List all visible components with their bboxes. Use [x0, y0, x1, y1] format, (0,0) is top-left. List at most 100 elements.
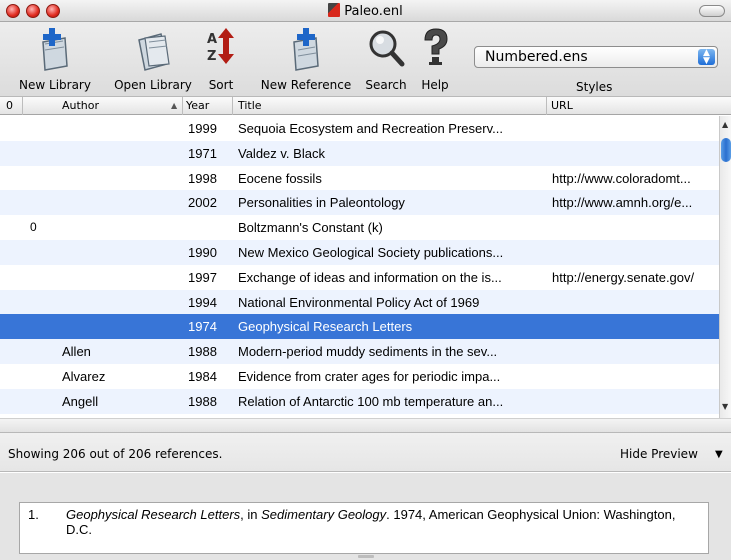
document-icon [328, 3, 341, 17]
header-url[interactable]: URL [551, 99, 573, 112]
table-row[interactable]: 1997 Exchange of ideas and information on… [0, 264, 719, 290]
hide-preview-button[interactable]: Hide Preview [620, 447, 698, 461]
new-reference-button[interactable]: New Reference [250, 26, 362, 92]
cell-year: 1971 [188, 145, 217, 161]
search-icon [369, 30, 405, 67]
sort-icon: A Z [207, 28, 234, 64]
cell-year: 1990 [188, 244, 217, 260]
table-row[interactable]: 1998 Eocene fossils http://www.coloradomt.… [0, 165, 719, 191]
preview-number: 1. [28, 507, 39, 522]
preview-mid: , in [240, 507, 262, 522]
cell-year: 1988 [188, 393, 217, 409]
scrollbar-thumb[interactable] [721, 138, 731, 162]
splitter-handle[interactable] [358, 555, 374, 558]
cell-author: Allen [62, 344, 91, 360]
title-bar: Paleo.enl [0, 0, 731, 22]
window-title-wrap: Paleo.enl [0, 3, 731, 19]
horizontal-scroll-track [0, 418, 731, 432]
cell-author: Alvarez [62, 368, 106, 384]
help-label: Help [421, 78, 449, 92]
cell-year: 1994 [188, 294, 217, 310]
styles-select-value: Numbered.ens [485, 49, 588, 65]
table-row[interactable]: 1971 Valdez v. Black [0, 140, 719, 166]
cell-title: Sequoia Ecosystem and Recreation Preserv… [238, 121, 503, 136]
cell-title: New Mexico Geological Society publicatio… [238, 244, 504, 260]
header-year[interactable]: Year [186, 99, 209, 112]
table-row[interactable]: 1994 National Environmental Policy Act of… [0, 289, 719, 315]
svg-text:A: A [207, 32, 217, 47]
table-row[interactable]: 2002 Personalities in Paleontology http://… [0, 190, 719, 216]
sort-ascending-icon: ▲ [171, 101, 178, 110]
header-author[interactable]: Author [62, 99, 99, 112]
table-row[interactable]: 1974 Geophysical Research Letters [0, 314, 719, 340]
table-row[interactable]: Alvarez 1984 Evidence from crater ages for… [0, 363, 719, 389]
cell-title: Relation of Antarctic 100 mb temperature… [238, 393, 504, 409]
column-divider[interactable] [232, 97, 233, 115]
status-bar: Showing 206 out of 206 references. Hide … [0, 432, 731, 472]
preview-box: 1. Geophysical Research Letters, in Sedi… [19, 502, 709, 554]
styles-label: Styles [576, 80, 613, 94]
cell-year: 1999 [188, 121, 217, 136]
preview-toggle-icon[interactable]: ▼ [715, 449, 723, 460]
header-title[interactable]: Title [238, 99, 262, 112]
column-divider[interactable] [546, 97, 547, 115]
open-library-button[interactable]: Open Library [108, 26, 198, 92]
vertical-scrollbar[interactable]: ▲ ▼ [719, 116, 731, 418]
table-row[interactable]: 1999 Sequoia Ecosystem and Recreation Pre… [0, 116, 719, 141]
cell-author: Angell [62, 393, 99, 409]
references-table: 1999 Sequoia Ecosystem and Recreation Pre… [0, 116, 719, 418]
column-divider[interactable] [182, 97, 183, 115]
table-row[interactable]: Allen 1988 Modern-period muddy sediments i… [0, 339, 719, 364]
cell-year: 1988 [188, 344, 217, 360]
paperclip-icon: 0 [30, 220, 37, 235]
cell-year: 1998 [188, 170, 217, 186]
search-button[interactable]: Search [360, 26, 412, 92]
cell-title: Geophysical Research Letters [238, 319, 413, 335]
cell-title: National Environmental Policy Act of 196… [238, 294, 480, 310]
new-reference-label: New Reference [260, 78, 352, 92]
preview-title: Geophysical Research Letters [66, 507, 241, 522]
reference-count: Showing 206 out of 206 references. [8, 447, 223, 461]
svg-text:Z: Z [207, 49, 216, 64]
new-library-button[interactable]: New Library [0, 26, 110, 92]
scroll-up-icon[interactable]: ▲ [722, 120, 728, 129]
cell-title: Eocene fossils [238, 170, 322, 186]
toolbar-toggle-button[interactable] [699, 5, 725, 17]
cell-title: Personalities in Paleontology [238, 195, 405, 211]
preview-citation: Geophysical Research Letters, in Sedimen… [66, 507, 696, 537]
new-library-icon [42, 28, 68, 71]
open-library-icon [138, 33, 170, 71]
sort-label: Sort [208, 78, 234, 92]
window-title: Paleo.enl [344, 4, 403, 19]
cell-title: Modern-period muddy sediments in the sev… [238, 344, 498, 360]
cell-url: http://www.amnh.org/e... [552, 195, 693, 211]
table-row[interactable]: 1990 New Mexico Geological Society public… [0, 239, 719, 265]
cell-year: 1984 [188, 368, 217, 384]
help-button[interactable]: Help [412, 26, 458, 92]
search-label: Search [365, 78, 407, 92]
column-divider[interactable] [22, 97, 23, 115]
table-header: 0 Author ▲ Year Title URL [0, 97, 731, 115]
cell-title: Exchange of ideas and information on the… [238, 269, 502, 285]
table-row[interactable]: Angell 1988 Relation of Antarctic 100 mb t… [0, 388, 719, 414]
cell-year: 1974 [188, 319, 217, 335]
preview-journal: Sedimentary Geology [261, 507, 387, 522]
new-library-label: New Library [19, 78, 91, 92]
cell-title: Evidence from crater ages for periodic i… [238, 368, 501, 384]
cell-url: http://energy.senate.gov/ [552, 269, 695, 285]
preview-pane: 1. Geophysical Research Letters, in Sedi… [0, 473, 731, 560]
cell-url: http://www.coloradomt... [552, 170, 691, 186]
cell-year: 1997 [188, 269, 217, 285]
cell-title: Boltzmann's Constant (k) [238, 220, 383, 236]
open-library-label: Open Library [114, 78, 192, 92]
cell-year: 2002 [188, 195, 217, 211]
sort-button[interactable]: A Z Sort [198, 26, 244, 92]
styles-select[interactable]: Numbered.ens ▲ ▼ [474, 46, 718, 68]
cell-title: Valdez v. Black [238, 145, 325, 161]
scroll-down-icon[interactable]: ▼ [722, 402, 728, 411]
toolbar: New Library Open Library A Z Sort New Re… [0, 22, 731, 97]
new-reference-icon [293, 28, 319, 71]
header-attachment[interactable]: 0 [6, 99, 13, 112]
table-row[interactable]: 0 Boltzmann's Constant (k) [0, 215, 719, 240]
select-arrows-icon: ▲ ▼ [698, 49, 715, 66]
